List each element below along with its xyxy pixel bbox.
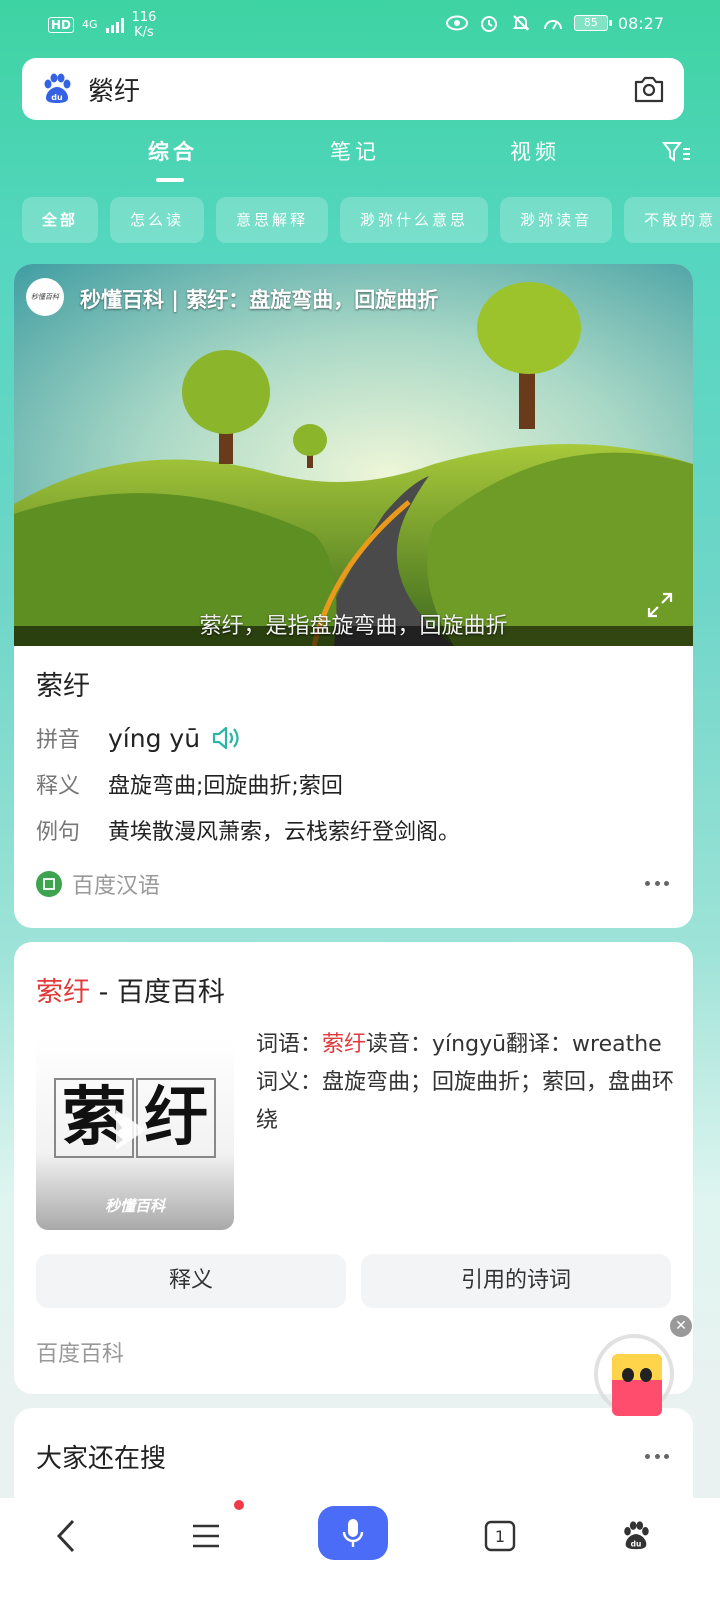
play-icon [116, 1110, 146, 1150]
speaker-icon[interactable] [210, 723, 240, 753]
meaning-row: 释义 盘旋弯曲;回旋曲折;萦回 [36, 768, 343, 800]
dict-source-name: 百度汉语 [72, 874, 161, 899]
signal-type: 4G [82, 18, 98, 31]
floating-mascot-widget[interactable] [594, 1334, 674, 1416]
baike-card: 萦纡 - 百度百科 萦 纡 秒懂百科 词语：萦纡读音：yíngyū翻译：wrea… [14, 942, 693, 1394]
menu-icon[interactable] [182, 1512, 230, 1560]
chip-all[interactable]: 全部 [22, 197, 99, 243]
voice-search-button[interactable] [318, 1506, 388, 1560]
microphone-icon [342, 1519, 364, 1547]
filter-icon[interactable] [662, 140, 692, 166]
search-query[interactable]: 縈纡 [88, 71, 140, 108]
more-icon[interactable] [645, 1454, 669, 1460]
tab-notes[interactable]: 笔记 [330, 136, 380, 166]
pinyin-row: 拼音 yíng yū [36, 722, 240, 754]
mascot-icon [612, 1354, 662, 1416]
thumb-char-2: 纡 [136, 1078, 216, 1158]
search-bar[interactable]: du 縈纡 [22, 58, 684, 120]
eye-icon [445, 12, 468, 34]
more-icon[interactable] [645, 881, 669, 887]
camera-icon[interactable] [632, 73, 666, 105]
dict-word-title: 萦纡 [36, 671, 90, 702]
example-label: 例句 [36, 820, 81, 845]
baike-title[interactable]: 萦纡 - 百度百科 [36, 970, 225, 1009]
network-speed: 116 K/s [131, 10, 157, 40]
baidu-home-icon[interactable]: du [612, 1512, 660, 1560]
meaning-value: 盘旋弯曲;回旋曲折;萦回 [108, 774, 343, 799]
video-player[interactable]: 秒懂百科 秒懂百科 | 萦纡：盘旋弯曲，回旋曲折 萦纡，是指盘旋弯曲，回旋曲折 [14, 264, 693, 646]
result-tabs: 综合 笔记 视频 [0, 136, 720, 186]
meaning-button[interactable]: 释义 [36, 1254, 346, 1308]
bottom-nav: 1 du [0, 1498, 720, 1600]
tab-all[interactable]: 综合 [148, 136, 198, 166]
pinyin-value: yíng yū [108, 723, 201, 753]
related-searches-title: 大家还在搜 [36, 1444, 167, 1474]
chip-related-3[interactable]: 不散的意 [624, 197, 720, 243]
chip-related-2[interactable]: 渺弥读音 [500, 197, 613, 243]
chip-meaning[interactable]: 意思解释 [216, 197, 329, 243]
status-bar: HD 4G 116 K/s 85 08:27 [0, 0, 720, 52]
cited-poems-button[interactable]: 引用的诗词 [361, 1254, 671, 1308]
baike-source[interactable]: 百度百科 [36, 1336, 124, 1368]
tab-videos[interactable]: 视频 [510, 136, 560, 166]
notification-dot [234, 1500, 244, 1510]
speedometer-icon [542, 12, 564, 34]
chip-related-1[interactable]: 渺弥什么意思 [340, 197, 489, 243]
baidu-paw-icon: du [44, 73, 71, 103]
video-title: 秒懂百科 | 萦纡：盘旋弯曲，回旋曲折 [80, 288, 439, 312]
close-widget-icon[interactable]: ✕ [670, 1315, 692, 1337]
thumb-brand: 秒懂百科 [104, 1197, 165, 1215]
svg-text:du: du [631, 1539, 642, 1548]
video-subtitle: 萦纡，是指盘旋弯曲，回旋曲折 [199, 614, 508, 639]
tab-count: 1 [495, 1527, 505, 1546]
back-icon[interactable] [42, 1512, 90, 1560]
baidu-hanyu-icon [36, 871, 62, 897]
fullscreen-icon[interactable] [645, 590, 675, 620]
baike-video-thumbnail[interactable]: 萦 纡 秒懂百科 [36, 1038, 234, 1230]
active-tab-indicator [156, 178, 184, 182]
baike-summary: 词语：萦纡读音：yíngyū翻译：wreathe 词义：盘旋弯曲；回旋曲折；萦回… [256, 1032, 675, 1133]
example-value: 黄埃散漫风萧索，云栈萦纡登剑阁。 [108, 820, 461, 845]
svg-text:du: du [51, 93, 63, 102]
dictionary-card: 秒懂百科 秒懂百科 | 萦纡：盘旋弯曲，回旋曲折 萦纡，是指盘旋弯曲，回旋曲折 … [14, 264, 693, 928]
hd-badge: HD [48, 17, 75, 33]
battery-indicator: 85 [573, 15, 612, 31]
chip-how-to-read[interactable]: 怎么读 [110, 197, 205, 243]
clock: 08:27 [617, 13, 664, 33]
suggestion-chips: 全部 怎么读 意思解释 渺弥什么意思 渺弥读音 不散的意 [22, 197, 720, 243]
example-row: 例句 黄埃散漫风萧索，云栈萦纡登剑阁。 [36, 814, 460, 846]
pinyin-label: 拼音 [36, 728, 81, 753]
video-channel-logo: 秒懂百科 [26, 278, 64, 316]
video-frame-image [14, 264, 693, 646]
alarm-icon [478, 12, 500, 34]
mute-bell-icon [510, 12, 532, 34]
signal-bars-icon [105, 17, 124, 33]
meaning-label: 释义 [36, 774, 81, 799]
tabs-icon[interactable]: 1 [476, 1512, 524, 1560]
dict-source[interactable]: 百度汉语 [36, 868, 160, 900]
